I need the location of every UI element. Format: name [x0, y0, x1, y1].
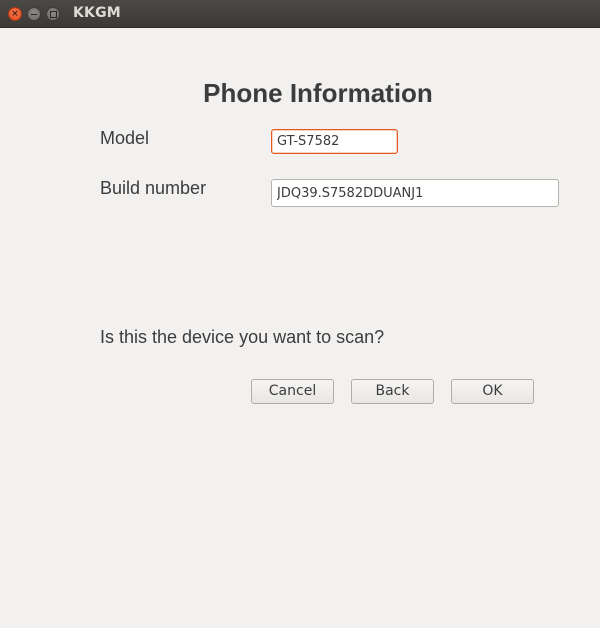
confirmation-question: Is this the device you want to scan? — [100, 327, 385, 347]
page-title: Phone Information — [203, 78, 433, 108]
model-field[interactable] — [271, 129, 398, 154]
maximize-icon[interactable] — [46, 7, 60, 21]
build-number-field[interactable] — [271, 179, 559, 207]
close-icon[interactable]: × — [8, 7, 22, 21]
app-window: × KKGM Phone Information Model Build num… — [0, 0, 600, 628]
build-number-label: Build number — [100, 178, 207, 198]
cancel-button[interactable]: Cancel — [251, 379, 334, 404]
window-title: KKGM — [73, 5, 121, 21]
ok-button[interactable]: OK — [451, 379, 534, 404]
title-bar[interactable]: × KKGM — [0, 0, 600, 28]
maximize-glyph — [50, 11, 57, 18]
model-label: Model — [100, 128, 150, 148]
minimize-glyph — [31, 14, 37, 15]
back-button[interactable]: Back — [351, 379, 434, 404]
minimize-icon[interactable] — [27, 7, 41, 21]
